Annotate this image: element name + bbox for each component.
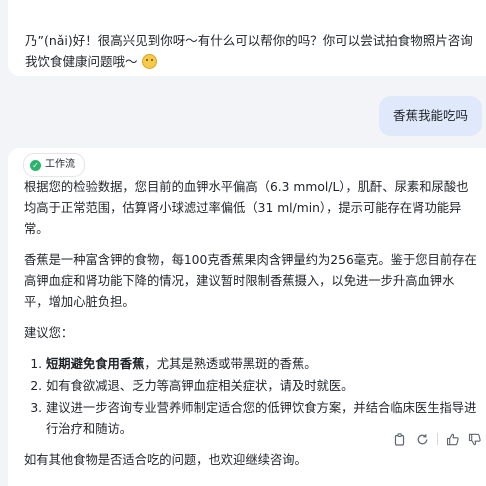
answer-paragraph-1: 根据您的检验数据，您目前的血钾水平偏高（6.3 mmol/L），肌酐、尿素和尿酸… bbox=[24, 180, 469, 236]
list-item: 短期避免食用香蕉，尤其是熟透或带黑斑的香蕉。 bbox=[46, 354, 478, 375]
greeting-text: 乃”(nǎi)好！很高兴见到你呀～有什么可以帮你的吗？你可以尝试拍食物照片咨询我… bbox=[25, 33, 473, 69]
copy-icon[interactable] bbox=[389, 429, 411, 449]
thumbs-down-icon[interactable] bbox=[464, 429, 486, 449]
check-icon: ✓ bbox=[30, 160, 41, 171]
answer-paragraph-2: 香蕉是一种富含钾的食物，每100克香蕉果肉含钾量约为256毫克。鉴于您目前存在高… bbox=[24, 253, 477, 309]
list-item-text: ，尤其是熟透或带黑斑的香蕉。 bbox=[144, 357, 317, 371]
user-message-bubble: 香蕉我能吃吗 bbox=[378, 96, 482, 136]
advice-list: 短期避免食用香蕉，尤其是熟透或带黑斑的香蕉。 如有食欲减退、乏力等高钾血症相关症… bbox=[24, 354, 478, 440]
thumbs-up-icon[interactable] bbox=[442, 429, 464, 449]
assistant-answer-bubble: ✓ 工作流 根据您的检验数据，您目前的血钾水平偏高（6.3 mmol/L），肌酐、… bbox=[8, 148, 486, 486]
list-item-text: 如有食欲减退、乏力等高钾血症相关症状，请及时就医。 bbox=[46, 379, 354, 393]
advice-heading: 建议您： bbox=[24, 326, 74, 340]
smile-emoji-icon bbox=[141, 54, 157, 69]
refresh-icon[interactable] bbox=[411, 429, 433, 449]
workflow-badge-label: 工作流 bbox=[45, 159, 75, 170]
workflow-badge[interactable]: ✓ 工作流 bbox=[23, 153, 85, 177]
divider bbox=[437, 433, 438, 445]
assistant-greeting-bubble: 乃”(nǎi)好！很高兴见到你呀～有什么可以帮你的吗？你可以尝试拍食物照片咨询我… bbox=[8, 0, 486, 76]
answer-closing: 如有其他食物是否适合吃的问题，也欢迎继续咨询。 bbox=[24, 453, 307, 467]
list-item: 如有食欲减退、乏力等高钾血症相关症状，请及时就医。 bbox=[46, 376, 478, 397]
user-message-text: 香蕉我能吃吗 bbox=[392, 108, 468, 123]
message-actions bbox=[389, 429, 486, 449]
list-item-bold: 短期避免食用香蕉 bbox=[46, 357, 145, 371]
